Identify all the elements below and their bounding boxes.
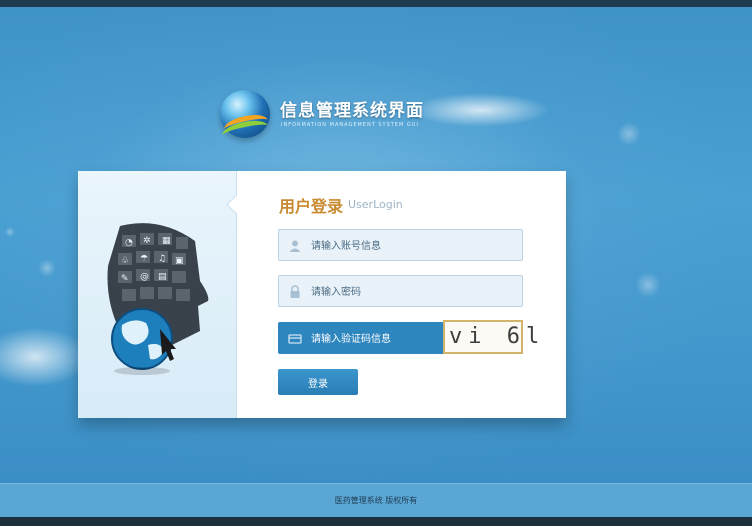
login-subtitle: UserLogin (348, 198, 403, 211)
brand-title: 信息管理系统界面 (280, 101, 424, 121)
account-input[interactable] (309, 230, 513, 262)
login-panel: ◔ ✲ ▦ ♧ ☂ ♫ ▣ ✎ @ ▤ 用户登录 UserLogin 请输入账号… (78, 171, 566, 418)
svg-text:✎: ✎ (121, 274, 129, 284)
password-input[interactable] (309, 276, 513, 308)
svg-text:▤: ▤ (158, 272, 167, 282)
card-icon (288, 334, 302, 344)
svg-text:▣: ▣ (175, 256, 184, 266)
svg-text:✲: ✲ (143, 236, 151, 246)
brand-subtitle: INFORMATION MANAGEMENT SYSTEM GUI (281, 122, 419, 128)
login-title: 用户登录 (279, 197, 344, 216)
captcha-text: vi 6l (449, 324, 546, 349)
footer-bar: 医药管理系统 版权所有 (0, 483, 752, 518)
captcha-field[interactable] (278, 322, 513, 355)
background-cloud (0, 327, 90, 387)
top-edge (0, 0, 752, 7)
background-bubble (5, 227, 15, 237)
svg-text:▦: ▦ (162, 236, 171, 246)
svg-text:☂: ☂ (140, 254, 148, 264)
background-bubble (635, 272, 661, 298)
svg-text:@: @ (140, 272, 149, 282)
svg-text:◔: ◔ (125, 238, 133, 248)
background-bubble (38, 259, 56, 277)
copyright-text: 医药管理系统 版权所有 (334, 496, 418, 505)
password-field[interactable] (278, 275, 523, 308)
illustration-pane: ◔ ✲ ▦ ♧ ☂ ♫ ▣ ✎ @ ▤ (78, 171, 237, 418)
login-button[interactable]: 登录 (278, 369, 358, 395)
background-bubble (617, 122, 641, 146)
user-icon (289, 240, 301, 252)
brand-header: 信息管理系统界面 INFORMATION MANAGEMENT SYSTEM G… (220, 90, 450, 144)
account-field[interactable] (278, 229, 523, 262)
svg-text:♧: ♧ (121, 256, 129, 266)
captcha-image[interactable]: vi 6l (443, 320, 539, 354)
svg-text:♫: ♫ (158, 254, 166, 264)
lock-icon (290, 285, 300, 298)
bottom-edge (0, 517, 752, 526)
head-globe-illustration: ◔ ✲ ▦ ♧ ☂ ♫ ▣ ✎ @ ▤ (107, 223, 209, 375)
